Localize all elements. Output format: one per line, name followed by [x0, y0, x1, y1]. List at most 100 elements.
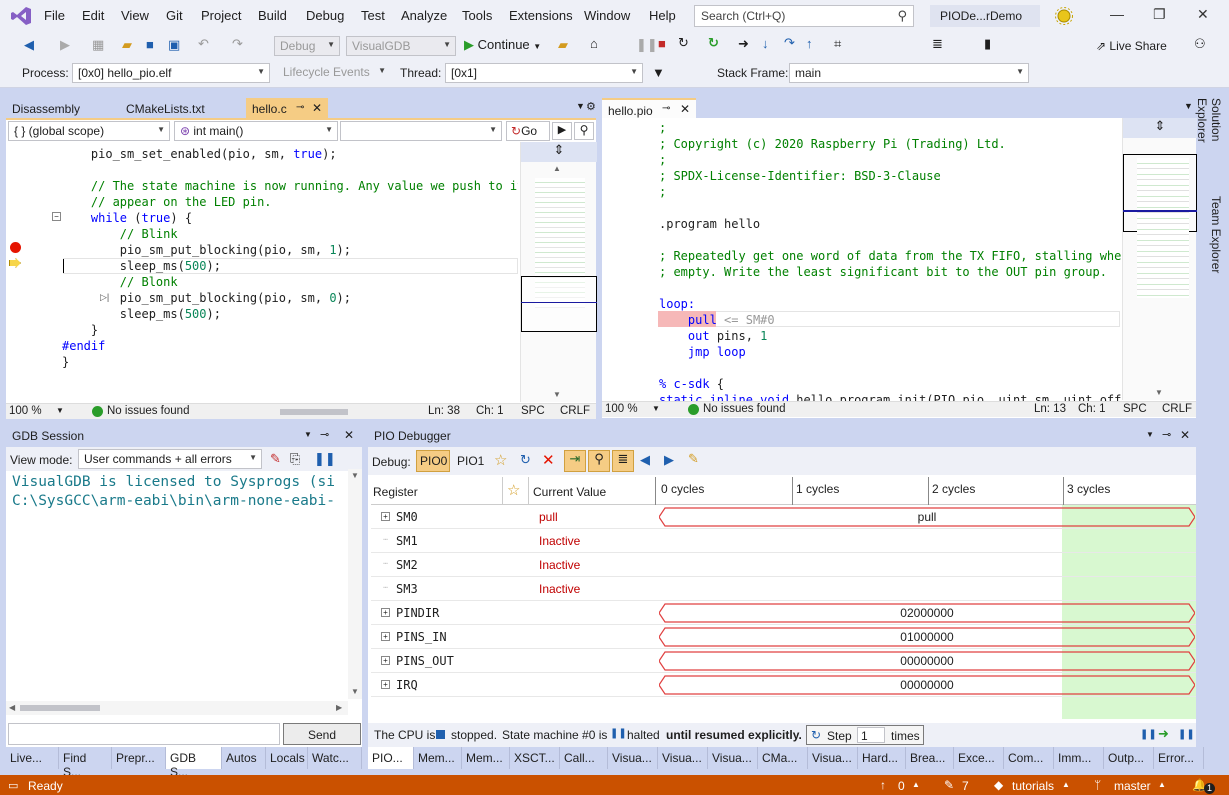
tag-icon[interactable]: ▶ [552, 122, 572, 140]
menu-extensions[interactable]: Extensions [509, 8, 573, 23]
bottom-tab[interactable]: Imm... [1054, 747, 1104, 769]
waveform-segment[interactable]: 02000000 [659, 603, 1195, 623]
favorite-star-icon[interactable]: ☆ [507, 481, 520, 499]
chevron-up-icon[interactable]: ▲ [912, 780, 920, 789]
screen-icon[interactable]: ⌂ [590, 36, 598, 51]
edit-icon[interactable]: ✎ [688, 451, 699, 467]
lifecycle-events-combo[interactable]: Lifecycle Events ▼ [278, 63, 390, 83]
bottom-tab[interactable]: Find S... [59, 747, 112, 779]
waveform-segment[interactable]: 01000000 [659, 627, 1195, 647]
run-icon[interactable]: ➜ [1158, 726, 1169, 742]
continue-button[interactable]: ▶ Continue ▼ [464, 37, 541, 53]
star-icon[interactable]: ☆ [494, 451, 507, 469]
zoom-value[interactable]: 100 % [605, 403, 638, 415]
chevron-up-icon[interactable]: ▲ [1158, 780, 1166, 789]
horizontal-scrollbar[interactable]: ◀ ▶ [6, 701, 348, 715]
bottom-tab[interactable]: Brea... [906, 747, 954, 769]
column-current-value[interactable]: Current Value [533, 485, 606, 499]
show-next-icon[interactable]: ➜ [738, 36, 749, 52]
breakpoint-icon[interactable] [10, 242, 21, 253]
live-share-button[interactable]: ⇗ Live Share [1096, 39, 1167, 53]
save-all-icon[interactable]: ▣ [168, 37, 180, 53]
tab-hello-c[interactable]: hello.c ⊸ ✕ [246, 98, 328, 120]
pin-icon[interactable]: ⊸ [1162, 428, 1171, 441]
bottom-tab[interactable]: Com... [1004, 747, 1054, 769]
indent-icon[interactable]: ≣ [932, 36, 943, 52]
prev-icon[interactable]: ◀ [640, 452, 650, 468]
search-input[interactable]: Search (Ctrl+Q) ⚲ [694, 5, 914, 27]
panel-close-icon[interactable]: ✕ [1180, 428, 1190, 442]
bottom-tab[interactable]: GDB S... [166, 747, 222, 779]
open-icon[interactable]: ▰ [122, 37, 132, 53]
scroll-down-icon[interactable]: ▼ [351, 687, 359, 696]
menu-project[interactable]: Project [201, 8, 241, 23]
menu-debug[interactable]: Debug [306, 8, 344, 23]
new-project-icon[interactable]: ▦ [92, 37, 104, 53]
menu-edit[interactable]: Edit [82, 8, 104, 23]
menu-tools[interactable]: Tools [462, 8, 492, 23]
bottom-tab[interactable]: Locals [266, 747, 308, 769]
bottom-tab[interactable]: Mem... [462, 747, 510, 769]
chevron-down-icon[interactable]: ▼ [304, 430, 312, 439]
pencil-icon[interactable]: ✎ [944, 778, 954, 792]
bottom-tab[interactable]: Live... [6, 747, 59, 769]
expand-icon[interactable]: + [381, 512, 390, 521]
chevron-up-icon[interactable]: ▲ [1062, 780, 1070, 789]
tab-pio1[interactable]: PIO1 [454, 450, 488, 472]
step-out-icon[interactable]: ↑ [806, 36, 813, 51]
scroll-down-icon[interactable]: ▼ [351, 471, 359, 480]
tab-pio0[interactable]: PIO0 [416, 450, 450, 472]
menu-window[interactable]: Window [584, 8, 630, 23]
vertical-scrollbar[interactable]: ▼ ▼ [348, 469, 362, 699]
bottom-tab[interactable]: Mem... [414, 747, 462, 769]
scroll-up-icon[interactable]: ▲ [553, 164, 561, 173]
menu-file[interactable]: File [44, 8, 65, 23]
source-code-hello-c[interactable]: pio_sm_set_enabled(pio, sm, true); // Th… [62, 146, 518, 388]
waveform-segment[interactable]: 00000000 [659, 651, 1195, 671]
bottom-tab[interactable]: PIO... [368, 747, 414, 769]
back-icon[interactable]: ◀ [24, 37, 34, 53]
forward-icon[interactable]: ▶ [60, 37, 70, 53]
bottom-tab[interactable]: Call... [560, 747, 608, 769]
thread-combo[interactable]: [0x1] ▼ [445, 63, 643, 83]
bottom-tab[interactable]: Hard... [858, 747, 906, 769]
pending-changes-count[interactable]: 7 [962, 779, 969, 793]
menu-test[interactable]: Test [361, 8, 385, 23]
close-icon[interactable]: ✕ [1197, 6, 1209, 23]
pause-icon[interactable]: ❚❚ [1178, 729, 1195, 740]
bottom-tab[interactable]: Autos [222, 747, 266, 769]
expand-icon[interactable]: + [381, 632, 390, 641]
table-row[interactable]: + PINDIR 02000000 [371, 601, 1196, 625]
hex-icon[interactable]: ⌗ [834, 36, 841, 52]
save-icon[interactable]: ■ [146, 37, 154, 52]
chevron-down-icon[interactable]: ▼ [652, 404, 660, 413]
sun-icon[interactable] [1054, 6, 1074, 26]
step-into-icon[interactable]: ↓ [762, 36, 769, 51]
delete-icon[interactable]: ✕ [542, 451, 555, 469]
branch-icon[interactable]: ᛘ [1094, 778, 1101, 792]
zoom-icon[interactable]: ⚲ [588, 450, 610, 472]
expand-icon[interactable]: + [381, 680, 390, 689]
bottom-tab[interactable]: Outp... [1104, 747, 1154, 769]
scroll-down-icon[interactable]: ▼ [1155, 388, 1163, 397]
stack-frame-combo[interactable]: main ▼ [789, 63, 1029, 83]
menu-help[interactable]: Help [649, 8, 676, 23]
refresh-icon[interactable]: ↻ [708, 35, 719, 51]
tab-close-icon[interactable]: ✕ [312, 101, 322, 115]
step-count-input[interactable]: 1 [857, 727, 885, 743]
run-to-icon[interactable]: ⇥ [564, 450, 586, 472]
pause-icon[interactable]: ❚❚ [314, 451, 336, 467]
config-combo[interactable]: Debug ▼ [274, 36, 340, 56]
table-row[interactable]: + PINS_OUT 00000000 [371, 649, 1196, 673]
repository-name[interactable]: tutorials [1012, 779, 1054, 793]
pause-icon[interactable]: ❚❚ [1140, 729, 1157, 740]
platform-combo[interactable]: VisualGDB ▼ [346, 36, 456, 56]
pin-icon[interactable]: ⊸ [320, 428, 329, 441]
minimap-viewport[interactable] [521, 276, 597, 332]
table-row[interactable]: + PINS_IN 01000000 [371, 625, 1196, 649]
bottom-tab[interactable]: Exce... [954, 747, 1004, 769]
tab-cmakelists[interactable]: CMakeLists.txt [120, 98, 246, 120]
step-over-icon[interactable]: ↷ [784, 35, 795, 51]
send-button[interactable]: Send [283, 723, 361, 745]
branch-name[interactable]: master [1114, 779, 1151, 793]
